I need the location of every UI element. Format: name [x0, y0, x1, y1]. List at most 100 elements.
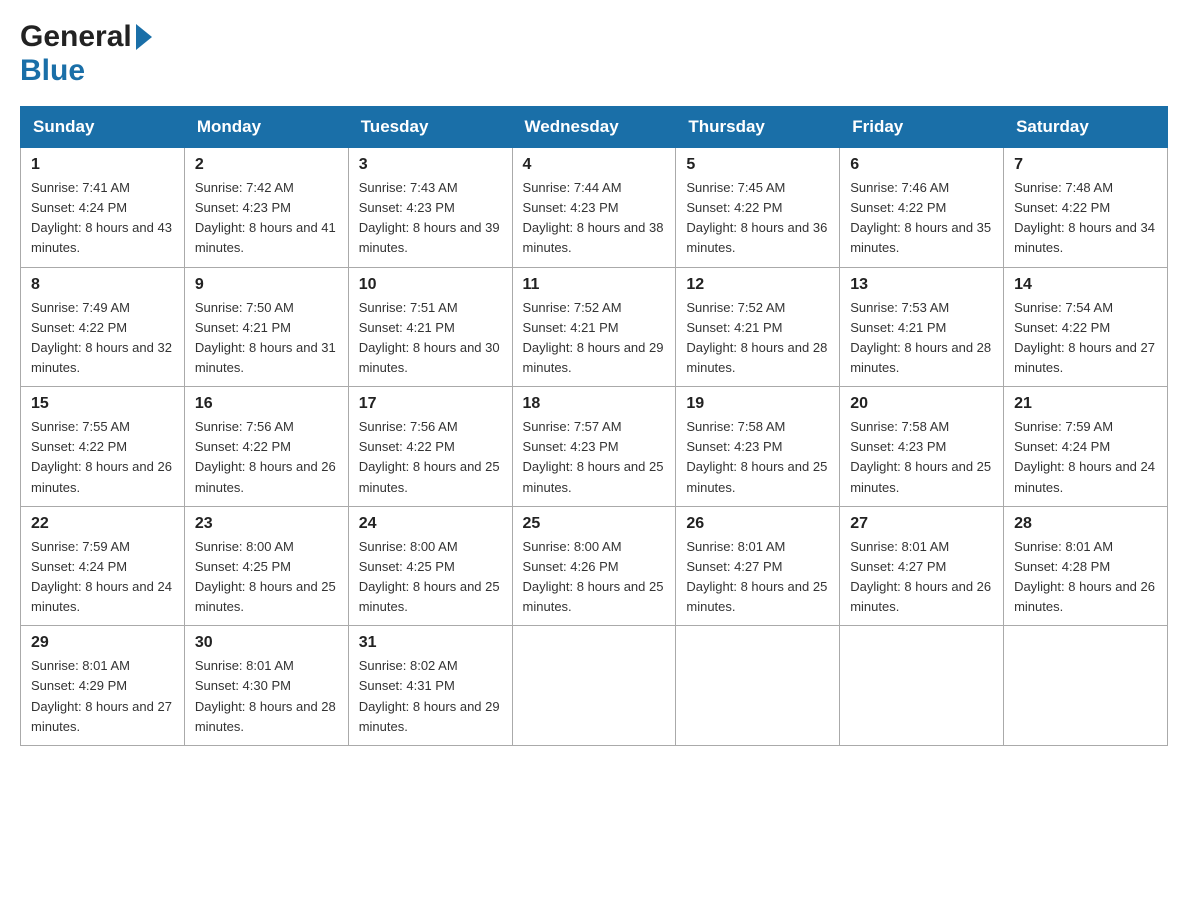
weekday-header-row: SundayMondayTuesdayWednesdayThursdayFrid…	[21, 107, 1168, 148]
calendar-cell: 15 Sunrise: 7:55 AMSunset: 4:22 PMDayligh…	[21, 387, 185, 507]
calendar-cell: 30 Sunrise: 8:01 AMSunset: 4:30 PMDayligh…	[184, 626, 348, 746]
day-info: Sunrise: 7:56 AMSunset: 4:22 PMDaylight:…	[359, 417, 502, 498]
day-number: 7	[1014, 156, 1157, 174]
day-number: 14	[1014, 276, 1157, 294]
day-info: Sunrise: 7:42 AMSunset: 4:23 PMDaylight:…	[195, 178, 338, 259]
day-number: 25	[523, 515, 666, 533]
day-number: 30	[195, 634, 338, 652]
day-info: Sunrise: 7:43 AMSunset: 4:23 PMDaylight:…	[359, 178, 502, 259]
day-info: Sunrise: 7:48 AMSunset: 4:22 PMDaylight:…	[1014, 178, 1157, 259]
day-info: Sunrise: 7:49 AMSunset: 4:22 PMDaylight:…	[31, 298, 174, 379]
day-info: Sunrise: 7:59 AMSunset: 4:24 PMDaylight:…	[31, 537, 174, 618]
day-number: 9	[195, 276, 338, 294]
calendar-cell: 22 Sunrise: 7:59 AMSunset: 4:24 PMDayligh…	[21, 506, 185, 626]
day-number: 22	[31, 515, 174, 533]
calendar-cell: 1 Sunrise: 7:41 AMSunset: 4:24 PMDaylight…	[21, 148, 185, 268]
day-info: Sunrise: 8:00 AMSunset: 4:25 PMDaylight:…	[195, 537, 338, 618]
calendar-cell: 10 Sunrise: 7:51 AMSunset: 4:21 PMDayligh…	[348, 267, 512, 387]
day-number: 1	[31, 156, 174, 174]
calendar-cell: 26 Sunrise: 8:01 AMSunset: 4:27 PMDayligh…	[676, 506, 840, 626]
calendar-cell: 27Sunrise: 8:01 AMSunset: 4:27 PMDayligh…	[840, 506, 1004, 626]
calendar-cell: 8 Sunrise: 7:49 AMSunset: 4:22 PMDaylight…	[21, 267, 185, 387]
day-info: Sunrise: 7:55 AMSunset: 4:22 PMDaylight:…	[31, 417, 174, 498]
day-info: Sunrise: 8:01 AMSunset: 4:30 PMDaylight:…	[195, 656, 338, 737]
day-info: Sunrise: 7:54 AMSunset: 4:22 PMDaylight:…	[1014, 298, 1157, 379]
day-info: Sunrise: 7:56 AMSunset: 4:22 PMDaylight:…	[195, 417, 338, 498]
day-info: Sunrise: 8:01 AMSunset: 4:29 PMDaylight:…	[31, 656, 174, 737]
calendar-cell	[840, 626, 1004, 746]
day-number: 24	[359, 515, 502, 533]
calendar-cell: 7 Sunrise: 7:48 AMSunset: 4:22 PMDaylight…	[1004, 148, 1168, 268]
calendar-cell: 2 Sunrise: 7:42 AMSunset: 4:23 PMDaylight…	[184, 148, 348, 268]
day-info: Sunrise: 8:00 AMSunset: 4:25 PMDaylight:…	[359, 537, 502, 618]
day-info: Sunrise: 7:59 AMSunset: 4:24 PMDaylight:…	[1014, 417, 1157, 498]
calendar-week-4: 22 Sunrise: 7:59 AMSunset: 4:24 PMDayligh…	[21, 506, 1168, 626]
weekday-header-wednesday: Wednesday	[512, 107, 676, 148]
calendar-cell: 21 Sunrise: 7:59 AMSunset: 4:24 PMDayligh…	[1004, 387, 1168, 507]
logo-blue-line: Blue	[20, 54, 85, 88]
calendar-cell: 17 Sunrise: 7:56 AMSunset: 4:22 PMDayligh…	[348, 387, 512, 507]
calendar-cell: 29Sunrise: 8:01 AMSunset: 4:29 PMDayligh…	[21, 626, 185, 746]
calendar-cell: 9Sunrise: 7:50 AMSunset: 4:21 PMDaylight…	[184, 267, 348, 387]
logo-blue-text2: Blue	[20, 54, 85, 87]
day-info: Sunrise: 7:44 AMSunset: 4:23 PMDaylight:…	[523, 178, 666, 259]
day-number: 31	[359, 634, 502, 652]
day-number: 4	[523, 156, 666, 174]
day-number: 23	[195, 515, 338, 533]
calendar-cell: 18 Sunrise: 7:57 AMSunset: 4:23 PMDayligh…	[512, 387, 676, 507]
weekday-header-friday: Friday	[840, 107, 1004, 148]
day-info: Sunrise: 7:51 AMSunset: 4:21 PMDaylight:…	[359, 298, 502, 379]
day-info: Sunrise: 7:46 AMSunset: 4:22 PMDaylight:…	[850, 178, 993, 259]
day-number: 16	[195, 395, 338, 413]
logo-general-text: General	[20, 20, 132, 54]
calendar-week-2: 8 Sunrise: 7:49 AMSunset: 4:22 PMDaylight…	[21, 267, 1168, 387]
day-number: 5	[686, 156, 829, 174]
day-number: 11	[523, 276, 666, 294]
calendar-cell: 11Sunrise: 7:52 AMSunset: 4:21 PMDayligh…	[512, 267, 676, 387]
calendar-cell	[512, 626, 676, 746]
logo-line1: General	[20, 20, 153, 54]
day-number: 20	[850, 395, 993, 413]
day-info: Sunrise: 7:58 AMSunset: 4:23 PMDaylight:…	[850, 417, 993, 498]
day-number: 17	[359, 395, 502, 413]
weekday-header-thursday: Thursday	[676, 107, 840, 148]
day-number: 8	[31, 276, 174, 294]
calendar-cell: 31 Sunrise: 8:02 AMSunset: 4:31 PMDayligh…	[348, 626, 512, 746]
day-number: 12	[686, 276, 829, 294]
calendar-cell: 24 Sunrise: 8:00 AMSunset: 4:25 PMDayligh…	[348, 506, 512, 626]
calendar-cell: 12 Sunrise: 7:52 AMSunset: 4:21 PMDayligh…	[676, 267, 840, 387]
day-number: 21	[1014, 395, 1157, 413]
calendar-cell	[676, 626, 840, 746]
day-number: 13	[850, 276, 993, 294]
day-info: Sunrise: 7:53 AMSunset: 4:21 PMDaylight:…	[850, 298, 993, 379]
calendar-cell: 6Sunrise: 7:46 AMSunset: 4:22 PMDaylight…	[840, 148, 1004, 268]
calendar-week-5: 29Sunrise: 8:01 AMSunset: 4:29 PMDayligh…	[21, 626, 1168, 746]
calendar-cell: 13 Sunrise: 7:53 AMSunset: 4:21 PMDayligh…	[840, 267, 1004, 387]
day-number: 3	[359, 156, 502, 174]
day-number: 26	[686, 515, 829, 533]
day-number: 19	[686, 395, 829, 413]
weekday-header-monday: Monday	[184, 107, 348, 148]
calendar-cell: 19Sunrise: 7:58 AMSunset: 4:23 PMDayligh…	[676, 387, 840, 507]
calendar-cell: 16 Sunrise: 7:56 AMSunset: 4:22 PMDayligh…	[184, 387, 348, 507]
calendar-cell: 3 Sunrise: 7:43 AMSunset: 4:23 PMDaylight…	[348, 148, 512, 268]
day-info: Sunrise: 8:02 AMSunset: 4:31 PMDaylight:…	[359, 656, 502, 737]
calendar-cell: 14 Sunrise: 7:54 AMSunset: 4:22 PMDayligh…	[1004, 267, 1168, 387]
day-info: Sunrise: 7:41 AMSunset: 4:24 PMDaylight:…	[31, 178, 174, 259]
calendar-table: SundayMondayTuesdayWednesdayThursdayFrid…	[20, 106, 1168, 746]
day-number: 15	[31, 395, 174, 413]
day-info: Sunrise: 7:57 AMSunset: 4:23 PMDaylight:…	[523, 417, 666, 498]
day-number: 2	[195, 156, 338, 174]
calendar-cell: 25Sunrise: 8:00 AMSunset: 4:26 PMDayligh…	[512, 506, 676, 626]
calendar-cell	[1004, 626, 1168, 746]
calendar-cell: 23 Sunrise: 8:00 AMSunset: 4:25 PMDayligh…	[184, 506, 348, 626]
day-number: 10	[359, 276, 502, 294]
logo-triangle-icon	[136, 24, 152, 50]
logo: General Blue	[20, 20, 153, 88]
day-number: 18	[523, 395, 666, 413]
day-info: Sunrise: 8:01 AMSunset: 4:27 PMDaylight:…	[686, 537, 829, 618]
day-number: 27	[850, 515, 993, 533]
day-number: 28	[1014, 515, 1157, 533]
weekday-header-saturday: Saturday	[1004, 107, 1168, 148]
day-info: Sunrise: 7:52 AMSunset: 4:21 PMDaylight:…	[686, 298, 829, 379]
